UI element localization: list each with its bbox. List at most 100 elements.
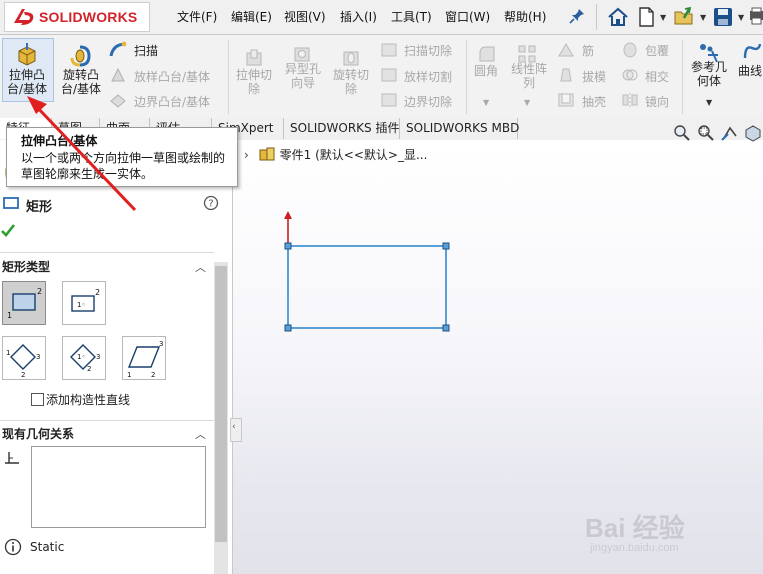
rectangle-corner-point[interactable] [442, 324, 450, 332]
wrap-icon [623, 42, 637, 58]
zoom-to-fit-icon[interactable] [672, 124, 692, 142]
extrude-boss-icon [18, 43, 36, 66]
solidworks-logo[interactable]: SOLIDWORKS [4, 2, 150, 32]
sketch-graphics[interactable] [270, 205, 460, 340]
lofted-cut-icon [381, 68, 397, 82]
section-view-icon[interactable] [743, 124, 763, 142]
wrap-button[interactable]: 包覆 [645, 42, 669, 59]
ref-geometry-dropdown-icon[interactable]: ▼ [706, 98, 712, 107]
save-dropdown-icon[interactable]: ▼ [738, 13, 744, 22]
open-folder-icon[interactable] [672, 5, 696, 29]
mirror-button[interactable]: 镜向 [645, 93, 669, 110]
rib-icon [558, 43, 574, 57]
ref-geometry-line1: 参考几 [690, 60, 727, 74]
pm-scrollbar-thumb[interactable] [215, 266, 227, 542]
construction-lines-label: 添加构造性直线 [46, 393, 131, 407]
svg-text:3: 3 [36, 353, 40, 361]
extrude-cut-button[interactable]: 拉伸切 除 [230, 68, 278, 96]
new-dropdown-icon[interactable]: ▼ [660, 13, 666, 22]
swept-cut-button[interactable]: 扫描切除 [404, 42, 452, 59]
boundary-cut-button[interactable]: 边界切除 [404, 93, 452, 110]
ds-logo-icon [14, 9, 34, 25]
sweep-button[interactable]: 扫描 [134, 42, 158, 59]
lofted-cut-button[interactable]: 放样切割 [404, 68, 452, 85]
parallelogram-option[interactable]: 3 1 2 [122, 336, 166, 380]
hole-wizard-button[interactable]: 异型孔 向导 [279, 62, 327, 90]
svg-text:1: 1 [6, 349, 10, 357]
revolve-cut-button[interactable]: 旋转切 除 [327, 68, 375, 96]
relations-icon [5, 452, 19, 464]
draft-icon [560, 68, 572, 82]
ribbon-separator [682, 40, 683, 114]
hole-wizard-icon [294, 47, 310, 62]
curves-button[interactable]: 曲线 [738, 62, 762, 79]
linear-pattern-button[interactable]: 线性阵 列 [505, 62, 553, 90]
parallelogram-icon: 3 1 2 [127, 340, 163, 379]
collapse-chevron-icon[interactable]: ︿ [195, 259, 206, 275]
previous-view-icon[interactable] [720, 124, 740, 142]
home-icon[interactable] [606, 5, 630, 29]
menu-view[interactable]: 视图(V) [284, 8, 326, 25]
mirror-icon [622, 93, 638, 107]
center-rectangle-icon: 1◦ 2 [71, 288, 100, 312]
baidu-watermark: Bai 经验 [585, 513, 685, 543]
extrude-label-line1: 拉伸凸 [8, 68, 45, 82]
center-rectangle-option[interactable]: 1◦ 2 [62, 281, 106, 325]
menu-insert[interactable]: 插入(I) [340, 8, 377, 25]
revolve-boss-icon[interactable] [68, 44, 92, 68]
svg-text:3: 3 [96, 353, 100, 361]
loft-boss-button[interactable]: 放样凸台/基体 [134, 68, 210, 85]
menu-edit[interactable]: 编辑(E) [231, 8, 272, 25]
watermark-url: jingyan.baidu.com [590, 542, 679, 554]
3pt-center-rectangle-option[interactable]: 1◦ 3 2 [62, 336, 106, 380]
pattern-dropdown-icon[interactable]: ▼ [524, 98, 530, 107]
rib-button[interactable]: 筋 [582, 42, 594, 59]
tab-solidworks-addins[interactable]: SOLIDWORKS 插件 [284, 118, 400, 139]
zoom-to-area-icon[interactable] [696, 124, 716, 142]
hole-wizard-line1: 异型孔 [284, 62, 321, 76]
draft-button[interactable]: 拔模 [582, 68, 606, 85]
pin-icon[interactable] [568, 7, 586, 25]
extrude-boss-label: 拉伸凸 台/基体 [2, 68, 52, 96]
rectangle-corner-point[interactable] [284, 242, 292, 250]
existing-relations-header: 现有几何关系 [2, 427, 75, 441]
extrude-label-line2: 台/基体 [6, 82, 48, 96]
fillet-dropdown-icon[interactable]: ▼ [483, 98, 489, 107]
toolbar-separator [596, 4, 597, 30]
ribbon-separator [228, 40, 229, 114]
loft-icon [111, 67, 125, 82]
relations-list[interactable] [31, 446, 206, 528]
sketch-rectangle[interactable] [287, 245, 447, 329]
part-icon [259, 147, 275, 161]
save-icon[interactable] [711, 5, 735, 29]
3pt-corner-rectangle-option[interactable]: 1 3 2 [2, 336, 46, 380]
expand-arrow-icon[interactable]: › [244, 148, 254, 162]
revolve-boss-button[interactable]: 旋转凸 台/基体 [55, 68, 107, 96]
corner-rectangle-option[interactable]: 2 1 [2, 281, 46, 325]
menu-help[interactable]: 帮助(H) [504, 8, 546, 25]
rectangle-corner-point[interactable] [284, 324, 292, 332]
tab-solidworks-mbd[interactable]: SOLIDWORKS MBD [400, 118, 519, 139]
rectangle-corner-point[interactable] [442, 242, 450, 250]
3pt-center-rectangle-icon: 1◦ 3 2 [70, 344, 100, 373]
panel-collapse-handle[interactable]: ‹ [230, 418, 242, 442]
intersect-button[interactable]: 相交 [645, 68, 669, 85]
menu-window[interactable]: 窗口(W) [445, 8, 490, 25]
print-icon[interactable] [748, 7, 763, 27]
new-document-icon[interactable] [634, 5, 658, 29]
shell-button[interactable]: 抽壳 [582, 93, 606, 110]
construction-lines-checkbox[interactable] [31, 393, 44, 406]
view-toolbar [672, 124, 763, 144]
reference-geometry-button[interactable]: 参考几 何体 [686, 60, 732, 88]
open-dropdown-icon[interactable]: ▼ [700, 13, 706, 22]
help-icon[interactable]: ? [203, 195, 219, 211]
collapse-arrow-icon: ‹ [232, 422, 236, 432]
menu-tools[interactable]: 工具(T) [391, 8, 432, 25]
boundary-boss-button[interactable]: 边界凸台/基体 [134, 93, 210, 110]
collapse-chevron-icon[interactable]: ︿ [195, 426, 206, 442]
info-icon [4, 538, 22, 556]
ok-checkmark-icon[interactable] [0, 222, 16, 238]
feature-tree-flyout[interactable]: › 零件1 (默认<<默认>_显... [244, 146, 427, 166]
fillet-button[interactable]: 圆角 [474, 62, 498, 79]
menu-file[interactable]: 文件(F) [177, 8, 217, 25]
